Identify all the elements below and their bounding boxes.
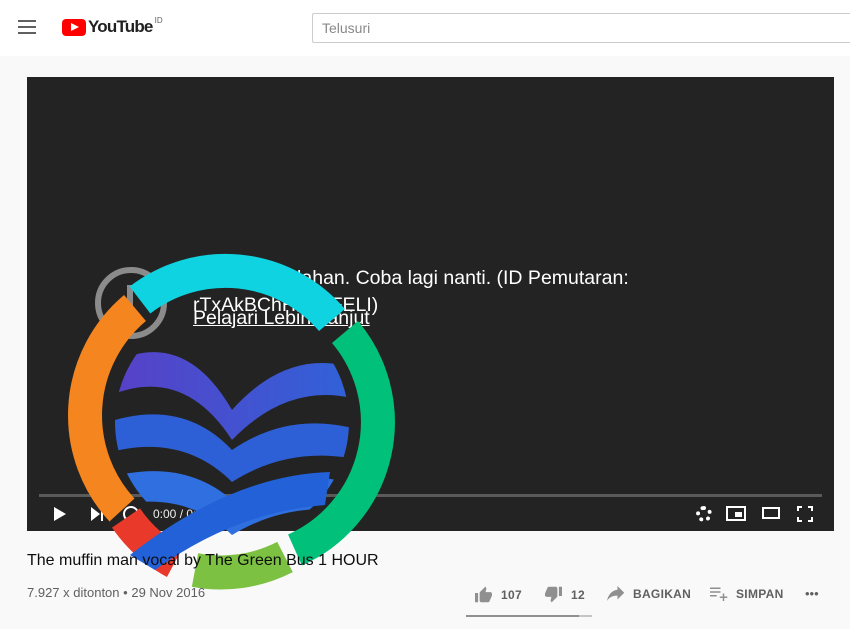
sentiment-like-fill: [466, 615, 580, 617]
dislike-button[interactable]: 12: [544, 586, 585, 603]
masthead: YouTube ID: [0, 0, 850, 56]
watermark-logo: [68, 253, 395, 590]
save-label: SIMPAN: [736, 586, 784, 601]
sentiment-bar: [466, 615, 592, 617]
video-meta: 7.927 x ditonton • 29 Nov 2016: [27, 585, 205, 600]
share-button[interactable]: BAGIKAN: [607, 586, 691, 601]
youtube-play-icon: [62, 18, 86, 36]
ring-segment-cyan: [129, 253, 345, 332]
dislike-count: 12: [571, 587, 585, 602]
more-actions-button[interactable]: •••: [805, 586, 819, 601]
meta-separator: •: [123, 585, 128, 600]
upload-date: 29 Nov 2016: [131, 585, 206, 600]
youtube-logo[interactable]: YouTube ID: [62, 15, 163, 37]
logo-region: ID: [154, 15, 163, 25]
gear-icon[interactable]: [696, 506, 712, 522]
more-icon: •••: [805, 586, 819, 601]
search-box[interactable]: [312, 13, 850, 43]
search-input[interactable]: [313, 14, 850, 42]
share-label: BAGIKAN: [633, 586, 692, 601]
like-button[interactable]: 107: [474, 586, 522, 603]
miniplayer-icon[interactable]: [726, 506, 746, 521]
video-title: The muffin man vocal by The Green Bus 1 …: [27, 552, 379, 569]
share-arrow-icon: [607, 586, 625, 601]
like-count: 107: [501, 587, 522, 602]
hamburger-menu-icon[interactable]: [18, 20, 36, 34]
theater-mode-icon[interactable]: [762, 507, 780, 519]
playlist-add-icon: [710, 587, 728, 601]
view-count: 7.927 x ditonton: [27, 585, 120, 600]
fullscreen-icon[interactable]: [797, 506, 813, 522]
save-button[interactable]: SIMPAN: [710, 586, 784, 601]
thumbs-up-icon: [475, 586, 492, 603]
ring-segment-orange: [68, 294, 147, 522]
thumbs-down-icon: [545, 586, 562, 603]
logo-text: YouTube: [88, 17, 153, 36]
